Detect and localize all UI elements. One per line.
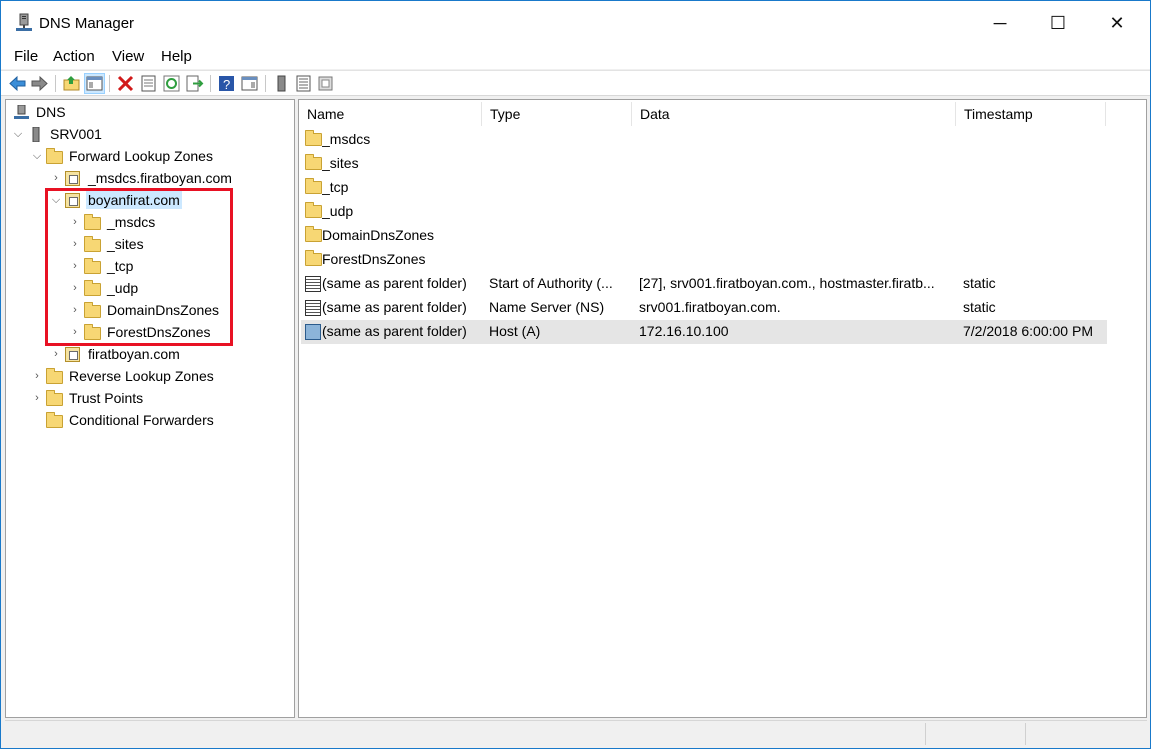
folder-icon bbox=[305, 250, 322, 266]
tree-label: DNS bbox=[36, 104, 66, 120]
refresh-icon[interactable] bbox=[162, 74, 181, 93]
dns-icon bbox=[14, 104, 29, 119]
zone-icon bbox=[65, 170, 82, 186]
tree-item-dns[interactable]: DNS bbox=[11, 101, 68, 123]
tree-label: Conditional Forwarders bbox=[69, 412, 214, 428]
record-type: Name Server (NS) bbox=[489, 299, 605, 315]
tree-label: SRV001 bbox=[50, 126, 102, 142]
record-type: Start of Authority (... bbox=[489, 275, 613, 291]
list-item-name: _sites bbox=[322, 155, 359, 171]
folder-icon bbox=[46, 147, 63, 164]
chevron-down-icon[interactable]: ⌵ bbox=[11, 123, 25, 145]
delete-icon[interactable] bbox=[116, 74, 135, 93]
list-item-name: _tcp bbox=[322, 179, 349, 195]
list-icon[interactable] bbox=[294, 74, 313, 93]
column-header-name[interactable]: Name bbox=[299, 102, 482, 126]
record-timestamp: static bbox=[963, 275, 996, 291]
folder-icon bbox=[305, 226, 322, 242]
minimize-button[interactable]: ─ bbox=[971, 1, 1029, 45]
dns-app-icon bbox=[16, 13, 32, 31]
tree-item-msdcs-zone[interactable]: › _msdcs.firatboyan.com bbox=[49, 167, 234, 189]
chevron-right-icon[interactable]: › bbox=[30, 387, 44, 409]
toolbar: ? bbox=[1, 70, 1150, 96]
server-icon bbox=[32, 126, 40, 142]
record-icon bbox=[305, 300, 321, 316]
close-button[interactable]: ✕ bbox=[1088, 1, 1146, 45]
record-icon bbox=[305, 276, 321, 292]
list-item-record[interactable]: (same as parent folder) Start of Authori… bbox=[301, 272, 1107, 296]
list-item-folder[interactable]: ForestDnsZones bbox=[301, 248, 1107, 272]
zone-icon[interactable] bbox=[316, 74, 335, 93]
record-timestamp: static bbox=[963, 299, 996, 315]
folder-icon bbox=[305, 202, 322, 218]
up-folder-icon[interactable] bbox=[62, 74, 81, 93]
help-icon[interactable]: ? bbox=[217, 74, 236, 93]
server-icon[interactable] bbox=[272, 74, 291, 93]
title-bar: DNS Manager ─ ☐ ✕ bbox=[1, 1, 1150, 45]
record-name: (same as parent folder) bbox=[322, 323, 467, 339]
tree-item-srv001[interactable]: ⌵ SRV001 bbox=[11, 123, 104, 145]
record-data: [27], srv001.firatboyan.com., hostmaster… bbox=[639, 275, 935, 291]
forward-icon[interactable] bbox=[30, 74, 49, 93]
show-hide-tree-icon[interactable] bbox=[84, 73, 105, 94]
tree-item-trust-points[interactable]: › Trust Points bbox=[30, 387, 145, 409]
tree-item-conditional-forwarders[interactable]: Conditional Forwarders bbox=[30, 409, 216, 431]
record-name: (same as parent folder) bbox=[322, 275, 467, 291]
tree-item-forward-lookup-zones[interactable]: ⌵ Forward Lookup Zones bbox=[30, 145, 215, 167]
record-timestamp: 7/2/2018 6:00:00 PM bbox=[963, 323, 1093, 339]
folder-icon bbox=[305, 130, 322, 146]
status-bar bbox=[5, 720, 1147, 746]
show-hide-action-pane-icon[interactable] bbox=[240, 74, 259, 93]
red-highlight-annotation bbox=[45, 188, 233, 346]
list-item-folder[interactable]: _tcp bbox=[301, 176, 1107, 200]
chevron-right-icon[interactable]: › bbox=[30, 365, 44, 387]
menu-bar: File Action View Help bbox=[1, 45, 1150, 69]
menu-file[interactable]: File bbox=[14, 48, 38, 65]
list-item-name: ForestDnsZones bbox=[322, 251, 426, 267]
menu-help[interactable]: Help bbox=[161, 48, 192, 65]
tree-item-firatboyan-zone[interactable]: › firatboyan.com bbox=[49, 343, 182, 365]
tree-label: firatboyan.com bbox=[88, 346, 180, 362]
list-item-folder[interactable]: DomainDnsZones bbox=[301, 224, 1107, 248]
zone-icon bbox=[65, 346, 82, 362]
folder-icon bbox=[46, 389, 63, 406]
column-header-data[interactable]: Data bbox=[632, 102, 956, 126]
chevron-right-icon[interactable]: › bbox=[49, 167, 63, 189]
record-data: srv001.firatboyan.com. bbox=[639, 299, 781, 315]
host-record-icon bbox=[305, 324, 321, 340]
menu-action[interactable]: Action bbox=[53, 48, 95, 65]
tree-label: Reverse Lookup Zones bbox=[69, 368, 214, 384]
chevron-down-icon[interactable]: ⌵ bbox=[30, 145, 44, 167]
list-item-name: _msdcs bbox=[322, 131, 371, 147]
folder-icon bbox=[305, 154, 322, 170]
list-item-name: DomainDnsZones bbox=[322, 227, 435, 243]
list-item-folder[interactable]: _msdcs bbox=[301, 128, 1107, 152]
list-item-folder[interactable]: _sites bbox=[301, 152, 1107, 176]
tree-label: _msdcs.firatboyan.com bbox=[88, 170, 232, 186]
window-title: DNS Manager bbox=[39, 15, 135, 32]
back-icon[interactable] bbox=[8, 74, 27, 93]
list-item-record[interactable]: (same as parent folder) Host (A) 172.16.… bbox=[301, 320, 1107, 344]
folder-icon bbox=[305, 178, 322, 194]
dns-manager-window: DNS Manager ─ ☐ ✕ File Action View Help … bbox=[0, 0, 1151, 749]
svg-text:?: ? bbox=[223, 77, 230, 92]
tree-label: Trust Points bbox=[69, 390, 144, 406]
properties-icon[interactable] bbox=[139, 74, 158, 93]
record-type: Host (A) bbox=[489, 323, 541, 339]
tree-label: Forward Lookup Zones bbox=[69, 148, 213, 164]
folder-icon bbox=[46, 411, 63, 428]
list-item-name: _udp bbox=[322, 203, 354, 219]
chevron-right-icon[interactable]: › bbox=[49, 343, 63, 365]
menu-view[interactable]: View bbox=[112, 48, 144, 65]
list-item-folder[interactable]: _udp bbox=[301, 200, 1107, 224]
folder-icon bbox=[46, 367, 63, 384]
column-header-type[interactable]: Type bbox=[482, 102, 632, 126]
record-data: 172.16.10.100 bbox=[639, 323, 729, 339]
column-header-timestamp[interactable]: Timestamp bbox=[956, 102, 1106, 126]
export-list-icon[interactable] bbox=[185, 74, 204, 93]
maximize-button[interactable]: ☐ bbox=[1029, 1, 1087, 45]
record-name: (same as parent folder) bbox=[322, 299, 467, 315]
list-item-record[interactable]: (same as parent folder) Name Server (NS)… bbox=[301, 296, 1107, 320]
tree-item-reverse-lookup-zones[interactable]: › Reverse Lookup Zones bbox=[30, 365, 216, 387]
